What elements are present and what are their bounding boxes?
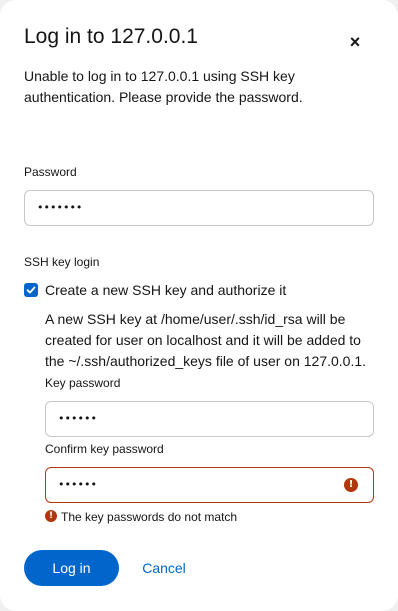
cancel-button[interactable]: Cancel (134, 550, 194, 586)
password-field[interactable]: ••••••• (24, 190, 374, 226)
error-circle-icon: ! (45, 510, 57, 522)
confirm-key-password-field[interactable]: •••••• (45, 467, 374, 503)
checkmark-icon (26, 286, 36, 294)
error-circle-icon: ! (344, 478, 358, 492)
create-ssh-key-label[interactable]: Create a new SSH key and authorize it (45, 280, 286, 300)
password-label: Password (24, 165, 77, 179)
confirm-key-password-label: Confirm key password (45, 442, 164, 456)
key-password-field[interactable]: •••••• (45, 401, 374, 437)
dialog-description: Unable to log in to 127.0.0.1 using SSH … (24, 68, 303, 105)
dialog-title: Log in to 127.0.0.1 (24, 25, 198, 48)
ssh-key-description: A new SSH key at /home/user/.ssh/id_rsa … (45, 311, 367, 369)
ssh-section-label: SSH key login (24, 255, 100, 269)
login-button[interactable]: Log in (24, 550, 119, 586)
password-mismatch-error: The key passwords do not match (61, 510, 238, 524)
create-ssh-key-checkbox[interactable] (24, 283, 38, 297)
login-dialog: Log in to 127.0.0.1 × Unable to log in t… (0, 0, 398, 611)
key-password-label: Key password (45, 376, 121, 390)
close-icon[interactable]: × (343, 30, 367, 54)
